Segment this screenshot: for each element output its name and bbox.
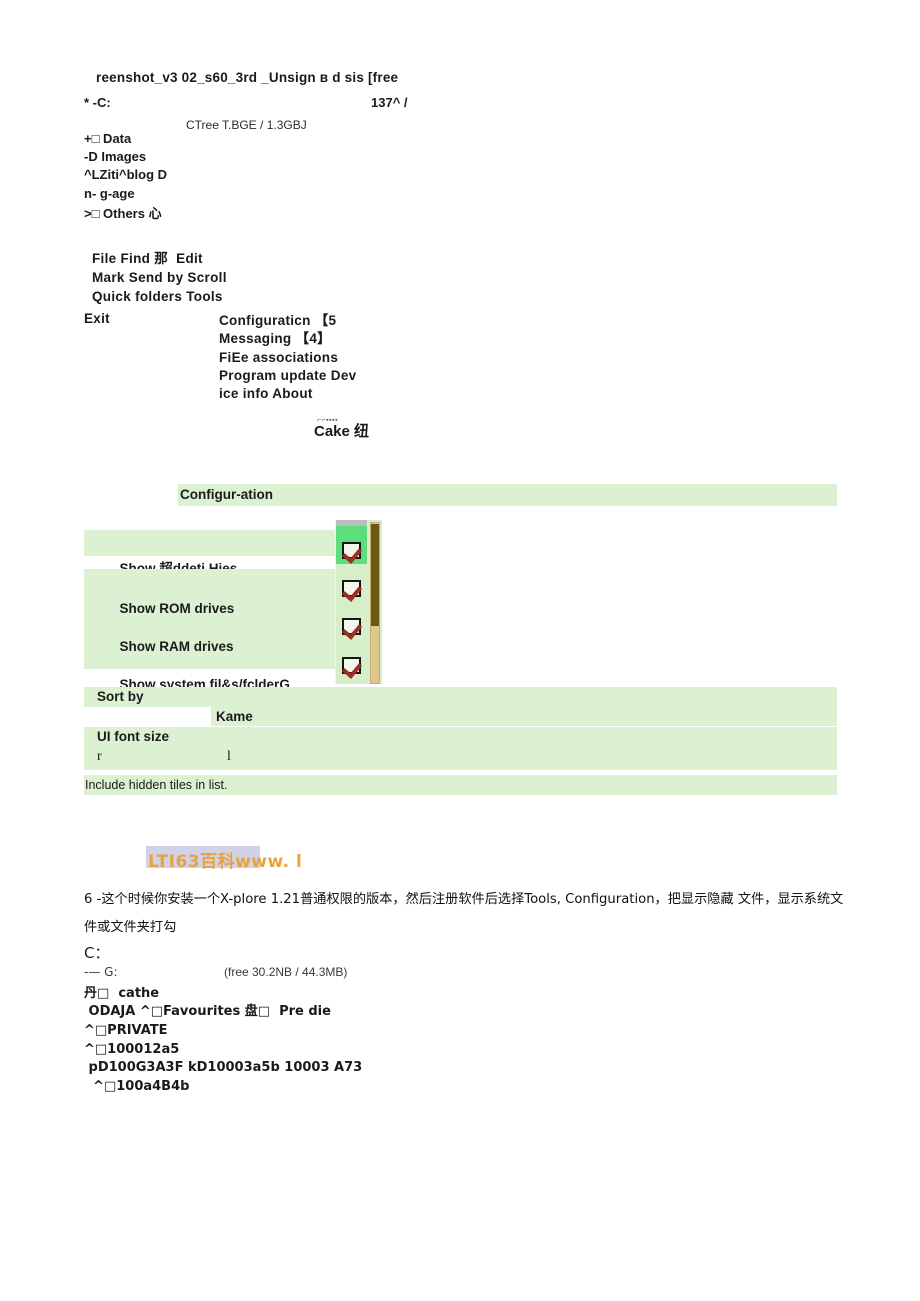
listing-root-label: C： <box>84 944 110 962</box>
configuration-header: Configur-ation <box>178 484 837 506</box>
config-sort-by-label: Sort by <box>84 687 837 707</box>
tree-item-data[interactable]: +□ Data <box>84 131 131 147</box>
listing-drive-prefix: -— G: <box>84 965 118 979</box>
config-ui-font-size-slider-row[interactable]: r l <box>84 747 837 770</box>
config-option-show-system-files[interactable]: Show system fil&s/fclderG <box>84 646 335 692</box>
config-hint-text: Include hidden tiles in list. <box>84 775 837 795</box>
font-size-max-marker: l <box>227 749 231 764</box>
scrollbar-thumb[interactable] <box>371 524 379 626</box>
menu-row-file[interactable]: File Find 那 Edit <box>92 251 203 267</box>
tree-item-images[interactable]: -D Images <box>84 149 146 165</box>
listing-row-private[interactable]: ^□PRIVATE <box>84 1023 168 1039</box>
cake-caption: ⌐⌐▪▪▪▪ Cake 纽 <box>314 417 370 440</box>
tree-item-blog[interactable]: ^LZiti^blog D <box>84 167 167 183</box>
config-option-show-hidden-files[interactable]: Show 超ddeti Hies <box>84 530 335 576</box>
checkbox-show-ram-drives[interactable] <box>342 618 361 635</box>
checkbox-column <box>335 520 382 684</box>
screenshot-title: reenshot_v3 02_s60_3rd _Unsign в d sis [… <box>96 70 399 85</box>
listing-row-100a4b4b[interactable]: ^□100a4B4b <box>84 1079 189 1095</box>
config-sort-by-value[interactable]: Kame <box>211 707 837 726</box>
menu-item-program-update[interactable]: Program update Dev <box>219 368 356 384</box>
drive-size: 137^ / <box>371 95 408 110</box>
tree-item-gage[interactable]: n- g-age <box>84 186 135 202</box>
document-page: reenshot_v3 02_s60_3rd _Unsign в d sis [… <box>0 0 920 1301</box>
drive-label: * -C: <box>84 95 111 110</box>
listing-row-pd100g3a3f[interactable]: pD100G3A3F kD10003a5b 10003 A73 <box>84 1060 363 1076</box>
font-size-min-marker: r <box>97 749 102 764</box>
tree-size-label: CTree T.BGE / 1.3GBJ <box>186 118 307 132</box>
menu-item-exit[interactable]: Exit <box>84 311 110 327</box>
menu-item-device-info-about[interactable]: ice info About <box>219 386 313 402</box>
menu-item-configuration[interactable]: Configuraticn 【5 <box>219 313 336 329</box>
checkbox-show-hidden-files[interactable] <box>342 542 361 559</box>
config-option-show-ram-drives[interactable]: Show RAM drives <box>84 608 335 654</box>
checkbox-show-system-files[interactable] <box>342 657 361 674</box>
menu-row-quick-folders[interactable]: Quick folders Tools <box>92 289 223 305</box>
listing-row-100012a5[interactable]: ^□100012a5 <box>84 1042 179 1058</box>
menu-item-file-associations[interactable]: FiEe associations <box>219 350 338 366</box>
listing-row-cathe[interactable]: 丹□ cathe <box>84 986 159 1002</box>
checkbox-show-rom-drives[interactable] <box>342 580 361 597</box>
tree-item-others[interactable]: >□ Others 心 <box>84 206 162 222</box>
config-ui-font-size-label: UI font size <box>84 727 837 747</box>
watermark-text: LTI63百科www. l <box>148 852 303 872</box>
listing-drive-free: (free 30.2NB / 44.3MB) <box>224 965 348 979</box>
config-option-show-rom-drives[interactable]: Show ROM drives <box>84 570 335 616</box>
menu-row-mark[interactable]: Mark Send by Scroll <box>92 270 227 286</box>
cake-caption-text: Cake 纽 <box>314 423 370 440</box>
listing-row-favourites[interactable]: ODAJA ^□Favourites 盘□ Pre die <box>84 1004 331 1020</box>
menu-item-messaging[interactable]: Messaging 【4】 <box>219 331 331 347</box>
instruction-paragraph: 6 -这个时候你安装一个X-plore 1.21普通权限的版本，然后注册软件后选… <box>84 892 844 935</box>
